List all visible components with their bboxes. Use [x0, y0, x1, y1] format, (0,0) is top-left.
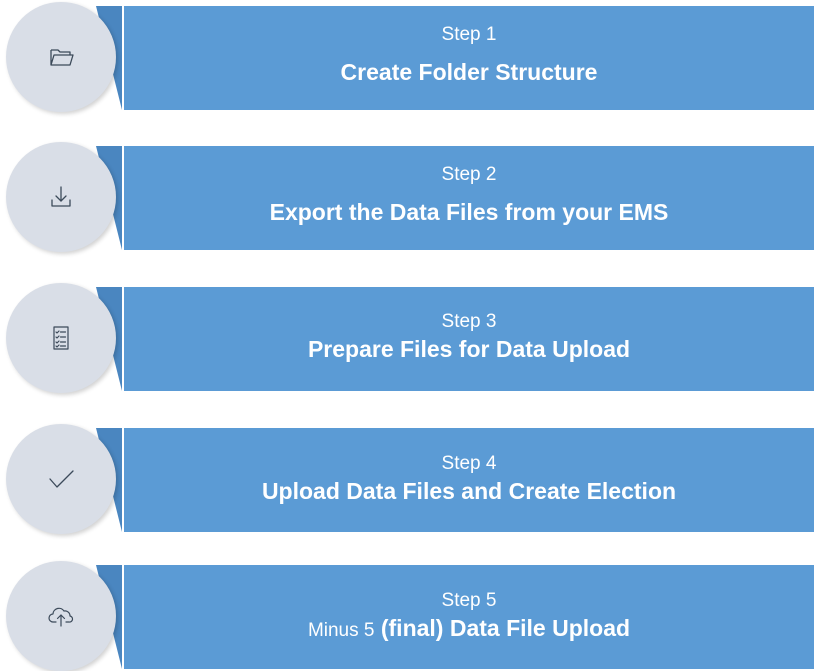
step-title: Upload Data Files and Create Election: [261, 478, 677, 504]
folder-icon: [46, 42, 76, 72]
cloud-upload-icon: [46, 601, 76, 631]
step-4: Step 4 Upload Data Files and Create Elec…: [0, 422, 814, 534]
step-title: Create Folder Structure: [340, 59, 598, 85]
step-2: Step 2 Export the Data Files from your E…: [0, 140, 814, 252]
step-text: Step 4 Upload Data Files and Create Elec…: [124, 453, 814, 505]
step-title: Prepare Files for Data Upload: [307, 336, 631, 362]
checklist-icon: [46, 323, 76, 353]
step-title: Export the Data Files from your EMS: [269, 199, 669, 225]
download-icon: [46, 182, 76, 212]
step-text: Step 3 Prepare Files for Data Upload: [124, 311, 814, 363]
step-5: Step 5 Minus 5 (final) Data File Upload: [0, 559, 814, 671]
step-label: Step 2: [441, 164, 497, 185]
step-text: Step 5 Minus 5 (final) Data File Upload: [124, 590, 814, 645]
step-text: Step 2 Export the Data Files from your E…: [124, 164, 814, 226]
step-title-prefix: Minus 5: [307, 620, 375, 641]
checkmark-icon: [46, 464, 76, 494]
step-title-main: (final) Data File Upload: [380, 615, 631, 641]
step-1: Step 1 Create Folder Structure: [0, 0, 814, 112]
step-title: Minus 5 (final) Data File Upload: [124, 614, 814, 645]
step-label: Step 4: [441, 453, 497, 474]
step-text: Step 1 Create Folder Structure: [124, 24, 814, 86]
step-3: Step 3 Prepare Files for Data Upload: [0, 281, 814, 393]
step-label: Step 1: [441, 24, 497, 45]
step-label: Step 5: [441, 590, 497, 611]
step-label: Step 3: [441, 311, 497, 332]
